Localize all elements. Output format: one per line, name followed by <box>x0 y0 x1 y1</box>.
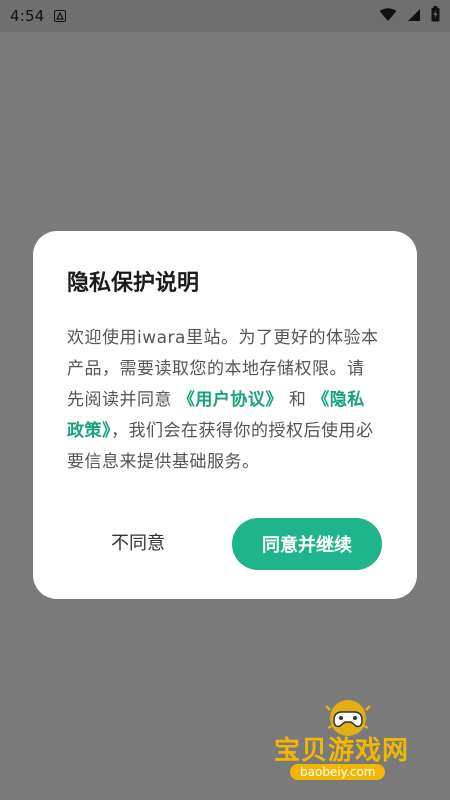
disagree-button[interactable]: 不同意 <box>111 518 165 570</box>
dialog-title: 隐私保护说明 <box>67 271 200 296</box>
status-icons <box>379 6 440 26</box>
user-agreement-link[interactable]: 《用户协议》 <box>178 390 283 410</box>
dialog-actions: 不同意 同意并继续 <box>33 518 417 570</box>
watermark: 宝贝游戏网 baobeiy.com <box>268 698 438 794</box>
message-text-part2: ，我们会在获得你的授权后使用必要信息来提供基础服务。 <box>67 421 374 472</box>
message-and-text: 和 <box>288 390 307 410</box>
battery-icon <box>431 6 440 26</box>
status-bar: 4:54 <box>0 0 450 32</box>
watermark-url: baobeiy.com <box>290 764 386 780</box>
watermark-text: 宝贝游戏网 <box>274 736 410 766</box>
notification-icon <box>54 10 67 22</box>
status-time: 4:54 <box>10 7 45 25</box>
agree-continue-button[interactable]: 同意并继续 <box>232 518 382 570</box>
dialog-message: 欢迎使用iwara里站。为了更好的体验本产品，需要读取您的本地存储权限。请先阅读… <box>67 323 381 478</box>
privacy-dialog: 隐私保护说明 欢迎使用iwara里站。为了更好的体验本产品，需要读取您的本地存储… <box>33 231 417 599</box>
signal-icon <box>407 7 421 26</box>
wifi-icon <box>379 7 397 26</box>
